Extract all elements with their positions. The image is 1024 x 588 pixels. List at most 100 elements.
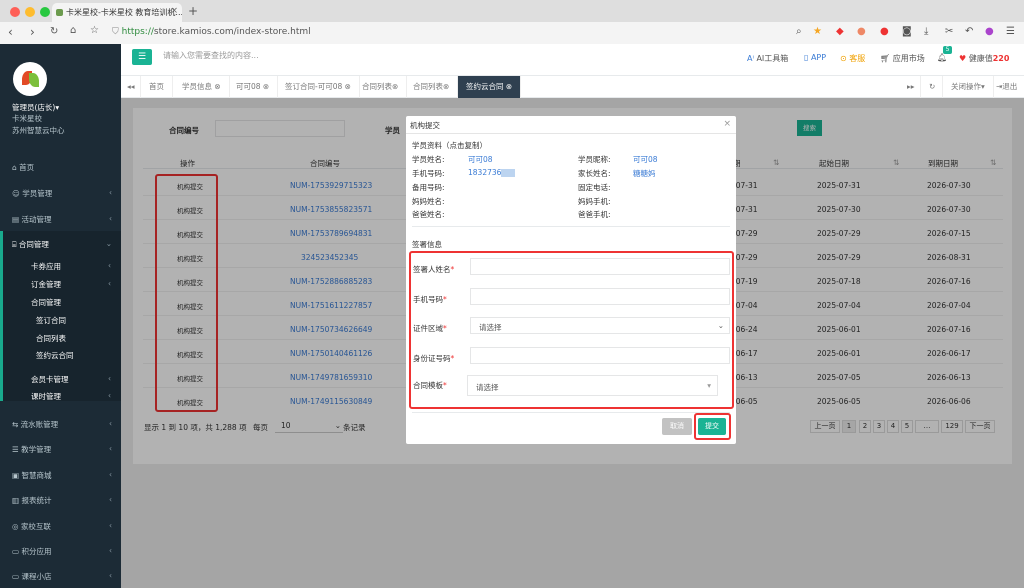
menu-cashflow[interactable]: ⇆ 流水账管理 ‹ <box>12 419 112 430</box>
tab-contract-list-2[interactable]: 合同列表⊗ <box>405 76 459 98</box>
menu-toggle-button[interactable]: ☰ <box>132 49 152 65</box>
menu-activities[interactable]: ▤ 活动管理 ‹ <box>12 214 112 225</box>
id-region-select[interactable]: 请选择 ⌄ <box>470 317 730 334</box>
extension-red-icon[interactable]: ● <box>880 26 889 37</box>
tab-sign-contract[interactable]: 签订合同-可可08 ⊗ <box>277 76 360 98</box>
ai-icon: Aⁱ <box>747 54 754 63</box>
signer-name-input[interactable] <box>470 258 730 275</box>
search-input[interactable]: 请输入您需要查找的内容... <box>163 50 259 61</box>
label-backup-phone: 备用号码: <box>412 183 445 192</box>
sidebar-item-contract-manage[interactable]: 合同管理 <box>31 297 61 308</box>
favicon-icon <box>56 9 63 16</box>
close-window-dot[interactable] <box>10 7 20 17</box>
tab-contract-list-1[interactable]: 合同列表⊗ <box>354 76 408 98</box>
bell-icon[interactable]: 🔔︎ <box>937 53 947 62</box>
active-menu-bar <box>0 231 3 401</box>
menu-icon[interactable]: ☰ <box>1006 26 1015 37</box>
tab-cloud-contract[interactable]: 签约云合同 ⊗ <box>458 76 522 98</box>
signer-phone-input[interactable] <box>470 288 730 305</box>
org-name: 卡米星校 <box>12 114 42 123</box>
tab-close-icon[interactable]: × <box>170 6 178 16</box>
back-icon[interactable]: ‹ <box>8 25 13 39</box>
reload-icon[interactable]: ↻ <box>50 26 58 37</box>
maximize-window-dot[interactable] <box>40 7 50 17</box>
camera-icon[interactable]: ◙ <box>902 26 912 37</box>
tabs-scroll-left-icon[interactable]: ◂◂ <box>121 76 141 98</box>
chevron-down-icon: ⌄ <box>717 321 724 330</box>
new-tab-icon[interactable]: + <box>188 4 198 18</box>
value-student-name[interactable]: 可可08 <box>468 154 493 165</box>
menu-points[interactable]: ▭ 积分应用 ‹ <box>12 546 112 557</box>
sidebar-item-cloud-contract[interactable]: 签约云合同 <box>36 350 74 361</box>
address-bar-row: ‹ › ↻ ⌂ ☆ ⛉ https://store.kamios.com/ind… <box>0 22 1024 44</box>
tab-home[interactable]: 首页 <box>141 76 173 98</box>
label-id-region: 证件区域* <box>413 324 447 333</box>
top-header: ☰ 请输入您需要查找的内容... Aⁱ AI工具箱 ▯ APP ⊙ 客服 🛒︎ … <box>121 44 1024 76</box>
user-name[interactable]: 管理员(店长)▾ <box>12 102 59 113</box>
browser-tab[interactable]: 卡米星校-卡米星校 教育培训机... × <box>52 3 182 22</box>
label-mother: 妈妈姓名: <box>412 197 445 206</box>
label-mother-phone: 妈妈手机: <box>578 197 611 206</box>
value-phone[interactable]: 1832736 <box>468 168 516 177</box>
sidebar-item-member-card[interactable]: 会员卡管理 ‹ <box>31 374 111 385</box>
health-link[interactable]: ♥ 健康值220 <box>959 53 1009 64</box>
app-link[interactable]: ▯ APP <box>804 53 826 62</box>
sidebar-item-coupon[interactable]: 卡券应用 ‹ <box>31 261 111 272</box>
sidebar-item-contract-list[interactable]: 合同列表 <box>36 333 66 344</box>
home-icon[interactable]: ⌂ <box>70 25 76 36</box>
menu-home[interactable]: ⌂ 首页 <box>12 162 112 173</box>
campus-name: 苏州智慧云中心 <box>12 126 65 135</box>
service-link[interactable]: ⊙ 客服 <box>840 53 865 64</box>
contract-template-select[interactable]: 请选择 ▾ <box>467 375 718 396</box>
extension-game-icon[interactable]: ◆ <box>836 26 844 37</box>
tabs-scroll-right-icon[interactable]: ▸▸ <box>901 76 921 98</box>
label-signer-name: 签署人姓名* <box>413 265 455 274</box>
avatar[interactable] <box>13 62 47 96</box>
tab-title: 卡米星校-卡米星校 教育培训机... <box>66 8 182 17</box>
cancel-button[interactable]: 取消 <box>662 418 692 435</box>
submit-button[interactable]: 提交 <box>698 418 726 435</box>
modal-title: 机构提交 <box>406 116 736 134</box>
modal-close-icon[interactable]: × <box>723 119 731 129</box>
section-student-info: 学员资料（点击复制） <box>412 141 487 150</box>
extension-orange-icon[interactable]: ● <box>857 26 866 37</box>
logout-link[interactable]: ⇥退出 <box>988 76 1024 98</box>
ai-tools-link[interactable]: Aⁱ AI工具箱 <box>747 53 788 64</box>
tab-student-info[interactable]: 学员信息 ⊗ <box>174 76 230 98</box>
forward-icon[interactable]: › <box>30 25 35 39</box>
zoom-icon[interactable]: ⌕ <box>796 26 802 37</box>
profile-icon[interactable]: ● <box>985 26 994 37</box>
page-tabs-bar: ◂◂ 首页 学员信息 ⊗ 可可08 ⊗ 签订合同-可可08 ⊗ 合同列表⊗ 合同… <box>121 76 1024 98</box>
label-id-number: 身份证号码* <box>413 354 455 363</box>
value-nickname[interactable]: 可可08 <box>633 154 658 165</box>
minimize-window-dot[interactable] <box>25 7 35 17</box>
refresh-icon[interactable]: ↻ <box>923 76 943 98</box>
id-number-input[interactable] <box>470 347 730 364</box>
url-scheme: https:// <box>121 27 154 37</box>
label-landline: 固定电话: <box>578 183 611 192</box>
menu-home-school[interactable]: ◎ 家校互联 ‹ <box>12 521 112 532</box>
bookmark-star-icon[interactable]: ☆ <box>90 25 99 36</box>
scissors-icon[interactable]: ✂ <box>945 26 953 37</box>
menu-students[interactable]: ☺ 学员管理 ‹ <box>12 188 112 199</box>
menu-reports[interactable]: ▥ 报表统计 ‹ <box>12 495 112 506</box>
close-ops-dropdown[interactable]: 关闭操作▾ <box>943 76 994 98</box>
menu-teaching[interactable]: ☰ 教学管理 ‹ <box>12 444 112 455</box>
label-student-name: 学员姓名: <box>412 155 445 164</box>
value-parent[interactable]: 糖糖妈 <box>633 168 656 179</box>
star-icon[interactable]: ★ <box>813 26 822 37</box>
undo-icon[interactable]: ↶ <box>965 26 973 37</box>
menu-mall[interactable]: ▣ 智慧商城 ‹ <box>12 470 112 481</box>
sidebar-item-deposit[interactable]: 订金管理 ‹ <box>31 279 111 290</box>
label-contract-template: 合同模板* <box>413 381 447 390</box>
section-sign-info: 签署信息 <box>412 240 442 249</box>
tab-student-keke[interactable]: 可可08 ⊗ <box>228 76 279 98</box>
menu-contracts[interactable]: ⌸ 合同管理 ⌄ <box>12 239 112 250</box>
url-field[interactable]: ⛉ https://store.kamios.com/index-store.h… <box>112 25 772 41</box>
market-link[interactable]: 🛒︎ 应用市场 <box>880 53 925 64</box>
download-icon[interactable]: ⤓ <box>924 26 928 37</box>
sidebar-item-sign-contract[interactable]: 签订合同 <box>36 315 66 326</box>
sidebar-item-class-hours[interactable]: 课时管理 ‹ <box>31 391 111 402</box>
label-father: 爸爸姓名: <box>412 210 445 219</box>
menu-course-shop[interactable]: ▭ 课程小店 ‹ <box>12 571 112 582</box>
